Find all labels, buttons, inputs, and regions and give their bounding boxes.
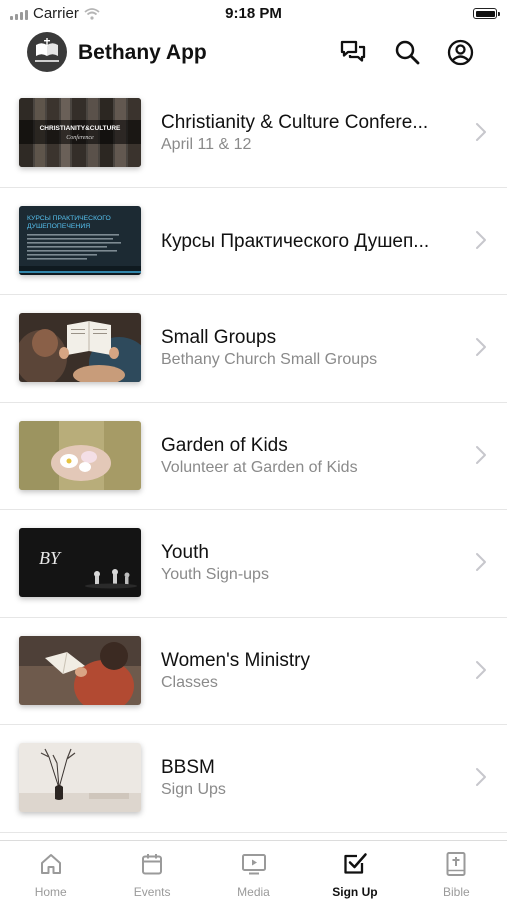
chat-button[interactable]: [339, 38, 367, 66]
tab-sign-up[interactable]: Sign Up: [304, 841, 405, 901]
status-bar: Carrier 9:18 PM: [0, 0, 507, 30]
app-title: Bethany App: [78, 41, 207, 64]
item-title: Christianity & Culture Confere...: [161, 112, 429, 133]
item-title: Small Groups: [161, 327, 277, 348]
chevron-right-icon: [476, 768, 486, 786]
search-button[interactable]: [393, 38, 421, 66]
thumb-caption: ДУШЕПОПЕЧЕНИЯ: [27, 223, 90, 230]
chevron-right-icon: [476, 338, 486, 356]
bible-logo-icon: [35, 38, 59, 62]
home-icon: [38, 851, 64, 877]
item-thumbnail: [19, 313, 141, 382]
list-item[interactable]: Small Groups Bethany Church Small Groups: [0, 295, 507, 403]
account-button[interactable]: [446, 38, 474, 66]
item-title: Youth: [161, 542, 209, 563]
tab-bar: Home Events Media Sign Up Bible: [0, 840, 507, 901]
tab-label: Bible: [442, 885, 470, 899]
tab-bible[interactable]: Bible: [406, 841, 507, 901]
tab-label: Sign Up: [332, 885, 378, 899]
chevron-right-icon: [476, 445, 486, 464]
thumb-caption: КУРСЫ ПРАКТИЧЕСКОГО: [27, 215, 111, 222]
item-title: Курсы Практического Душеп...: [161, 230, 430, 252]
search-icon: [395, 40, 420, 65]
list-item[interactable]: КУРСЫ ПРАКТИЧЕСКОГО ДУШЕПОПЕЧЕНИЯ Курсы …: [0, 188, 507, 295]
checkbox-icon: [342, 851, 368, 877]
account-icon: [447, 39, 473, 65]
thumb-caption: BY: [39, 548, 62, 568]
item-thumbnail: КУРСЫ ПРАКТИЧЕСКОГО ДУШЕПОПЕЧЕНИЯ: [19, 205, 141, 275]
list-item[interactable]: BY Youth Youth Sign-ups: [0, 510, 507, 618]
item-subtitle: Sign Ups: [161, 781, 226, 798]
chevron-right-icon: [476, 660, 486, 679]
battery-icon: [473, 8, 500, 19]
list-item[interactable]: Garden of Kids Volunteer at Garden of Ki…: [0, 403, 507, 510]
item-subtitle: April 11 & 12: [161, 136, 252, 153]
bible-icon: [443, 851, 469, 877]
item-thumbnail: [19, 635, 141, 705]
thumb-caption: Conference: [66, 134, 94, 141]
signup-list: CHRISTIANITY&CULTURE Conference Christia…: [0, 80, 507, 833]
tab-label: Events: [133, 885, 171, 899]
app-logo[interactable]: [27, 32, 67, 72]
tab-label: Media: [237, 885, 270, 899]
list-item[interactable]: CHRISTIANITY&CULTURE Conference Christia…: [0, 80, 507, 188]
item-subtitle: Volunteer at Garden of Kids: [161, 458, 358, 476]
item-subtitle: Classes: [161, 673, 218, 691]
media-icon: [241, 851, 267, 877]
tab-label: Home: [34, 885, 67, 899]
item-title: Garden of Kids: [161, 434, 288, 456]
item-thumbnail: [19, 743, 141, 812]
chat-icon: [340, 40, 366, 62]
app-header: Bethany App: [0, 30, 507, 78]
list-item[interactable]: Women's Ministry Classes: [0, 618, 507, 725]
item-thumbnail: BY: [19, 528, 141, 597]
item-thumbnail: [19, 420, 141, 490]
chevron-right-icon: [476, 230, 486, 249]
item-thumbnail: CHRISTIANITY&CULTURE Conference: [19, 98, 141, 167]
tab-events[interactable]: Events: [101, 841, 202, 901]
calendar-icon: [139, 851, 165, 877]
clock: 9:18 PM: [225, 5, 282, 22]
item-title: BBSM: [161, 757, 215, 778]
item-subtitle: Bethany Church Small Groups: [161, 351, 378, 368]
thumb-caption: CHRISTIANITY&CULTURE: [40, 125, 121, 132]
tab-home[interactable]: Home: [0, 841, 101, 901]
chevron-right-icon: [476, 553, 486, 571]
tab-media[interactable]: Media: [203, 841, 304, 901]
chevron-right-icon: [476, 123, 486, 141]
item-title: Women's Ministry: [161, 649, 310, 671]
item-subtitle: Youth Sign-ups: [161, 566, 269, 583]
list-item[interactable]: BBSM Sign Ups: [0, 725, 507, 833]
